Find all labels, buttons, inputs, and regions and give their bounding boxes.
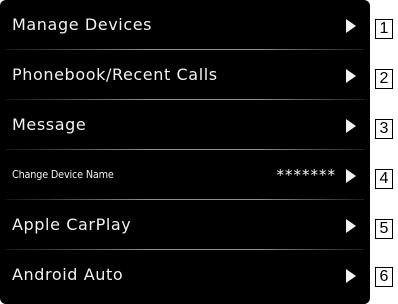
- menu-item-label: Message: [12, 115, 87, 134]
- menu-item-apple-carplay[interactable]: Apple CarPlay: [0, 200, 370, 250]
- arrow-right-icon: [346, 269, 356, 283]
- menu-item-change-device-name[interactable]: Change Device Name *******: [0, 150, 370, 200]
- callout-number: 6: [375, 267, 393, 287]
- device-name-value: *******: [276, 166, 336, 184]
- callout-number: 5: [375, 219, 393, 239]
- callout-number: 2: [375, 69, 393, 89]
- menu-item-label: Phonebook/Recent Calls: [12, 65, 218, 84]
- callout-number: 1: [375, 19, 393, 39]
- arrow-right-icon: [346, 69, 356, 83]
- callout-number: 3: [375, 119, 393, 139]
- settings-menu: Manage Devices Phonebook/Recent Calls Me…: [0, 0, 370, 304]
- arrow-right-icon: [346, 219, 356, 233]
- menu-item-label: Manage Devices: [12, 15, 153, 34]
- menu-item-message[interactable]: Message: [0, 100, 370, 150]
- menu-item-label: Android Auto: [12, 265, 124, 284]
- menu-item-label: Apple CarPlay: [12, 215, 132, 234]
- callout-number: 4: [375, 169, 393, 189]
- menu-item-phonebook-recent-calls[interactable]: Phonebook/Recent Calls: [0, 50, 370, 100]
- menu-item-android-auto[interactable]: Android Auto: [0, 250, 370, 304]
- menu-item-manage-devices[interactable]: Manage Devices: [0, 0, 370, 50]
- arrow-right-icon: [346, 169, 356, 183]
- arrow-right-icon: [346, 19, 356, 33]
- menu-item-label: Change Device Name: [12, 168, 114, 181]
- arrow-right-icon: [346, 119, 356, 133]
